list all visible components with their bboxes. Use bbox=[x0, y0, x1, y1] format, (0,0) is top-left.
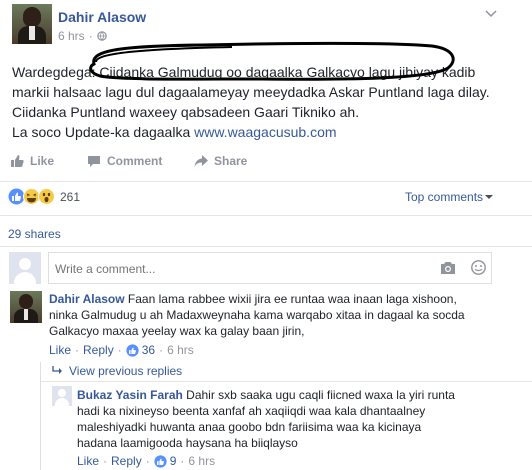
reply-like-link[interactable]: Like bbox=[77, 454, 99, 468]
reply-time[interactable]: 6 hrs bbox=[188, 454, 215, 468]
annotation-oval bbox=[89, 41, 455, 81]
divider bbox=[0, 246, 532, 247]
comment-text-line: Galkacyo maxaa yeelay wax ka galay baan … bbox=[49, 324, 305, 338]
like-reaction-icon bbox=[126, 343, 139, 357]
reply-like-count[interactable]: 9 bbox=[170, 454, 177, 468]
like-button[interactable]: Like bbox=[10, 154, 54, 168]
view-previous-replies-label: View previous replies bbox=[69, 364, 183, 378]
comment-text-line: Dahir Alasow Faan lama rabbee wixii jira… bbox=[49, 291, 527, 307]
comment-bubble-icon bbox=[87, 154, 101, 168]
reactions-summary[interactable]: 261 bbox=[8, 188, 80, 205]
dot-separator: · bbox=[117, 343, 122, 357]
commenter-avatar[interactable] bbox=[10, 291, 42, 323]
comment-text-line: ninka Galmudug u ah Madaxweynaha kama wa… bbox=[49, 308, 465, 322]
viewer-avatar bbox=[9, 252, 41, 284]
thumbs-up-icon bbox=[10, 154, 24, 168]
top-comments-dropdown[interactable]: Top comments bbox=[405, 190, 494, 204]
post-link[interactable]: www.waagacusub.com bbox=[194, 124, 336, 140]
share-label: Share bbox=[214, 154, 248, 168]
reply-text-line: maleshiyadki huwanta anaa goobo bdn fari… bbox=[77, 420, 422, 434]
comment-button[interactable]: Comment bbox=[87, 154, 162, 168]
shares-count[interactable]: 29 shares bbox=[8, 227, 61, 241]
share-button[interactable]: Share bbox=[194, 154, 247, 168]
reply-text: Dahir sxb saaka ugu caqli fiicned waxa l… bbox=[186, 388, 455, 402]
reply-author-avatar[interactable] bbox=[52, 386, 72, 406]
like-label: Like bbox=[30, 154, 55, 168]
share-arrow-icon bbox=[194, 154, 208, 168]
reply-body: Bukaz Yasin Farah Dahir sxb saaka ugu ca… bbox=[77, 387, 527, 451]
comment-reply-link[interactable]: Reply bbox=[83, 343, 114, 357]
author-avatar[interactable] bbox=[12, 4, 52, 44]
dot-separator: · bbox=[180, 454, 185, 468]
post-text-line: La soco Update-ka dagaalka www.waagacusu… bbox=[12, 122, 527, 142]
comment-input[interactable] bbox=[48, 252, 492, 284]
like-reaction-icon bbox=[154, 454, 167, 468]
dot-separator: · bbox=[103, 454, 108, 468]
reply-author-name[interactable]: Bukaz Yasin Farah bbox=[77, 388, 183, 402]
comment-input-field[interactable] bbox=[55, 260, 425, 278]
caret-down-icon bbox=[485, 194, 494, 200]
comment-body: Dahir Alasow Faan lama rabbee wixii jira… bbox=[49, 291, 527, 339]
dot-separator: · bbox=[145, 454, 150, 468]
post-text-line: Ciidanka Puntland waxeey qabsadeen Gaari… bbox=[12, 104, 360, 120]
camera-icon[interactable] bbox=[440, 261, 456, 275]
emoji-icon[interactable] bbox=[471, 260, 486, 275]
action-bar: Like Comment Share bbox=[10, 154, 520, 170]
post-author-name[interactable]: Dahir Alasow bbox=[58, 9, 146, 25]
divider bbox=[0, 215, 532, 216]
comment-text: Faan lama rabbee wixii jira ee runtaa wa… bbox=[127, 292, 457, 306]
top-comments-label: Top comments bbox=[405, 190, 484, 204]
comment-actions: Like · Reply · 36 · 6 hrs bbox=[49, 343, 194, 357]
reply-like-badge[interactable]: 9 bbox=[154, 454, 177, 468]
post-options-chevron-icon[interactable] bbox=[484, 9, 498, 19]
dot-separator: · bbox=[159, 343, 164, 357]
dot-separator: · bbox=[75, 343, 80, 357]
reply-reply-link[interactable]: Reply bbox=[111, 454, 142, 468]
view-previous-replies[interactable]: View previous replies bbox=[52, 364, 182, 378]
comment-like-count[interactable]: 36 bbox=[142, 343, 155, 357]
post-update-prefix: La soco Update-ka dagaalka bbox=[12, 124, 195, 140]
reply-actions: Like · Reply · 9 · 6 hrs bbox=[77, 454, 215, 468]
wow-reaction-icon bbox=[38, 188, 55, 205]
post-time[interactable]: 6 hrs bbox=[58, 29, 85, 43]
reply-text-line: Bukaz Yasin Farah Dahir sxb saaka ugu ca… bbox=[77, 387, 527, 403]
reaction-count[interactable]: 261 bbox=[60, 190, 80, 204]
comment-like-badge[interactable]: 36 bbox=[126, 343, 155, 357]
reply-text-line: hadana laamigooda haysana ha biiqlayso bbox=[77, 436, 298, 450]
comment-time[interactable]: 6 hrs bbox=[167, 343, 194, 357]
reply-text-line: hadi ka nixineyso beenta xanfaf ah xaqii… bbox=[77, 404, 426, 418]
comment-like-link[interactable]: Like bbox=[49, 343, 71, 357]
reply-arrow-icon bbox=[52, 366, 63, 376]
comment-label: Comment bbox=[107, 154, 163, 168]
divider bbox=[0, 181, 532, 182]
comment-author-name[interactable]: Dahir Alasow bbox=[49, 292, 125, 306]
